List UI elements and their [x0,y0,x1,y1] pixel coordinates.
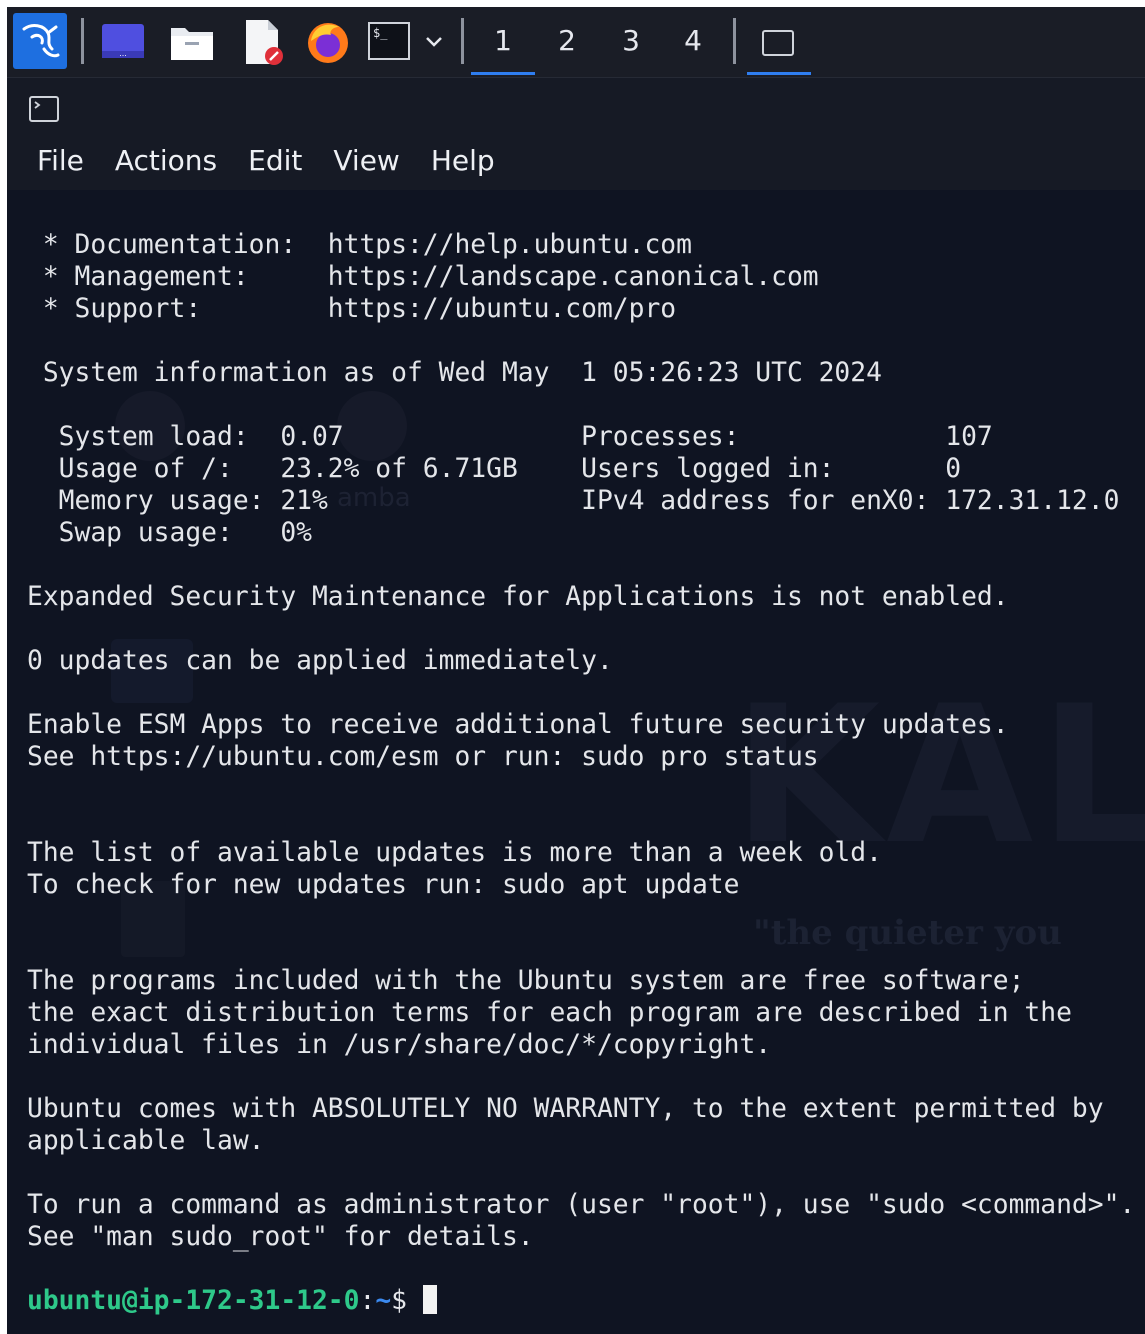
active-window-indicator [747,72,811,75]
terminal-line: * Management: https://landscape.canonica… [27,262,819,292]
terminal-line: System information as of Wed May 1 05:26… [27,358,882,388]
desktop-icon[interactable]: ... [99,21,147,63]
terminal-line: individual files in /usr/share/doc/*/cop… [27,1030,772,1060]
kali-menu-icon[interactable] [13,13,67,69]
text-editor-icon[interactable] [239,17,285,67]
taskbar: ... $_ 1 2 3 4 [7,7,1145,78]
terminal-line: System load: 0.07 Processes: 107 [27,422,993,452]
terminal-output-area[interactable]: KALI "the quieter you amba * Documentati… [7,191,1145,1334]
terminal-line: To run a command as administrator (user … [27,1190,1136,1220]
workspace-1[interactable]: 1 [475,19,531,61]
terminal-window-icon [762,30,794,56]
prompt-path: ~ [375,1286,392,1316]
terminal-titlebar: File Actions Edit View Help [7,78,1145,190]
terminal-line: See "man sudo_root" for details. [27,1222,534,1252]
menubar: File Actions Edit View Help [37,144,495,177]
workspace-2[interactable]: 2 [539,19,595,61]
text-cursor [422,1285,437,1314]
terminal-line: See https://ubuntu.com/esm or run: sudo … [27,742,819,772]
menu-view[interactable]: View [333,144,399,177]
menu-actions[interactable]: Actions [115,144,217,177]
terminal-window-icon [29,96,59,122]
terminal-icon[interactable]: $_ [365,19,413,63]
terminal-line: 0 updates can be applied immediately. [27,646,613,676]
terminal-line: applicable law. [27,1126,265,1156]
terminal-lines: * Documentation: https://help.ubuntu.com… [27,229,1135,1317]
taskbar-separator [461,18,464,64]
prompt-separator: : [359,1286,376,1316]
terminal-glyph: $_ [368,22,410,60]
terminal-line: * Support: https://ubuntu.com/pro [27,294,677,324]
shell-prompt[interactable]: ubuntu@ip-172-31-12-0:~$ [27,1285,1135,1317]
active-workspace-indicator [471,72,535,75]
svg-text:...: ... [119,49,127,58]
terminal-line: The programs included with the Ubuntu sy… [27,966,1025,996]
terminal-line: Memory usage: 21% IPv4 address for enX0:… [27,486,1120,516]
workspace-3[interactable]: 3 [603,19,659,61]
menu-edit[interactable]: Edit [248,144,302,177]
taskbar-separator [81,18,84,64]
workspace-4[interactable]: 4 [665,19,721,61]
terminal-line: Swap usage: 0% [27,518,312,548]
terminal-line: Expanded Security Maintenance for Applic… [27,582,1009,612]
prompt-user-host: ubuntu@ip-172-31-12-0 [27,1286,360,1316]
firefox-icon[interactable] [303,17,353,67]
prompt-symbol: $ [391,1286,423,1316]
terminal-line: The list of available updates is more th… [27,838,882,868]
terminal-line: Ubuntu comes with ABSOLUTELY NO WARRANTY… [27,1094,1104,1124]
terminal-line: Enable ESM Apps to receive additional fu… [27,710,1009,740]
taskbar-terminal-window[interactable] [749,21,807,65]
desktop-screen: ... $_ 1 2 3 4 File Actions Edit View He… [7,7,1145,1334]
terminal-line: * Documentation: https://help.ubuntu.com [27,230,692,260]
file-manager-icon[interactable] [167,21,217,63]
taskbar-separator [733,18,736,64]
chevron-down-icon[interactable] [421,27,447,57]
terminal-line: To check for new updates run: sudo apt u… [27,870,740,900]
menu-file[interactable]: File [37,144,84,177]
terminal-line: Usage of /: 23.2% of 6.71GB Users logged… [27,454,962,484]
terminal-line: the exact distribution terms for each pr… [27,998,1072,1028]
menu-help[interactable]: Help [431,144,495,177]
